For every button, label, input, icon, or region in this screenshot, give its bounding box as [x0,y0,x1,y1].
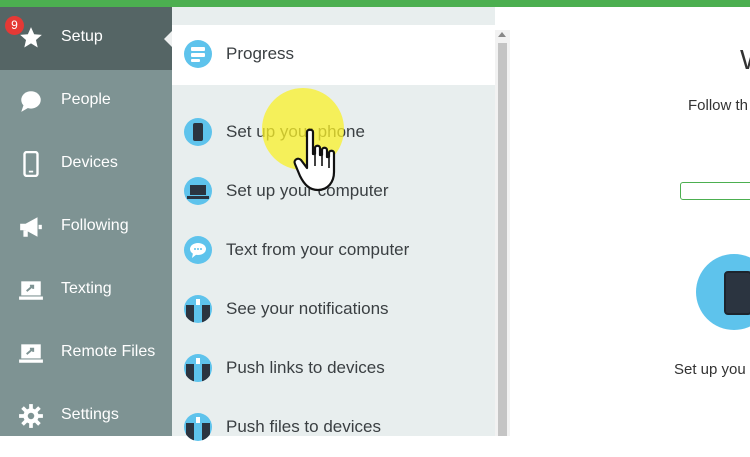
setup-phone-caption: Set up you [674,361,746,378]
phone-icon [23,151,39,177]
phone-icon [724,271,750,315]
submenu-item-push-links[interactable]: Push links to devices [172,339,495,398]
phone-icon [184,118,212,146]
laptop-icon [19,281,43,300]
progress-icon [184,40,212,68]
notifications-icon [184,295,212,323]
submenu-item-label: Push files to devices [226,417,381,436]
submenu-item-text-from-computer[interactable]: Text from your computer [172,221,495,280]
sidebar-item-devices[interactable]: Devices [0,133,172,196]
page-heading: W [740,44,750,76]
hand-cursor-icon [293,128,336,192]
sidebar-item-label: Devices [61,154,118,171]
scroll-up-icon[interactable] [498,32,506,37]
sidebar-item-label: People [61,91,111,108]
sidebar-item-label: Setup [61,28,103,45]
sidebar-item-label: Following [61,217,129,234]
active-indicator [164,31,172,47]
progress-bar [680,182,750,200]
laptop-icon [19,344,43,363]
sidebar-item-following[interactable]: Following [0,196,172,259]
sidebar-item-settings[interactable]: Settings [0,385,172,448]
chat-bubble-icon [21,91,41,112]
megaphone-icon [20,217,42,237]
submenu-item-push-files[interactable]: Push files to devices [172,398,495,457]
setup-submenu: Progress Set up your phone Set up your c… [172,7,495,441]
submenu-item-notifications[interactable]: See your notifications [172,280,495,339]
notification-badge: 9 [5,16,24,35]
sidebar-item-label: Texting [61,280,112,297]
panel-top-strip [495,7,510,30]
sidebar-item-remote-files[interactable]: Remote Files [0,322,172,385]
laptop-icon [184,177,212,205]
submenu-item-progress[interactable]: Progress [172,25,495,85]
submenu-item-label: See your notifications [226,299,389,318]
submenu-item-label: Push links to devices [226,358,385,377]
push-icon [184,354,212,382]
chat-bubble-icon [184,236,212,264]
gear-icon [19,404,43,428]
sidebar-item-label: Remote Files [61,343,156,360]
sidebar-nav: Setup 9 People Devices Following Texting [0,7,172,436]
sidebar-item-texting[interactable]: Texting [0,259,172,322]
top-accent-bar [0,0,750,7]
submenu-item-label: Text from your computer [226,240,410,259]
sidebar-item-people[interactable]: People [0,70,172,133]
submenu-scrollbar[interactable] [495,30,510,436]
scrollbar-thumb[interactable] [498,43,507,436]
main-content: W Follow th Set up you [510,7,750,436]
sidebar-item-label: Settings [61,406,119,423]
sidebar-item-setup[interactable]: Setup 9 [0,7,172,70]
push-icon [184,413,212,441]
instruction-text: Follow th [688,97,749,114]
submenu-item-label: Progress [226,44,295,63]
